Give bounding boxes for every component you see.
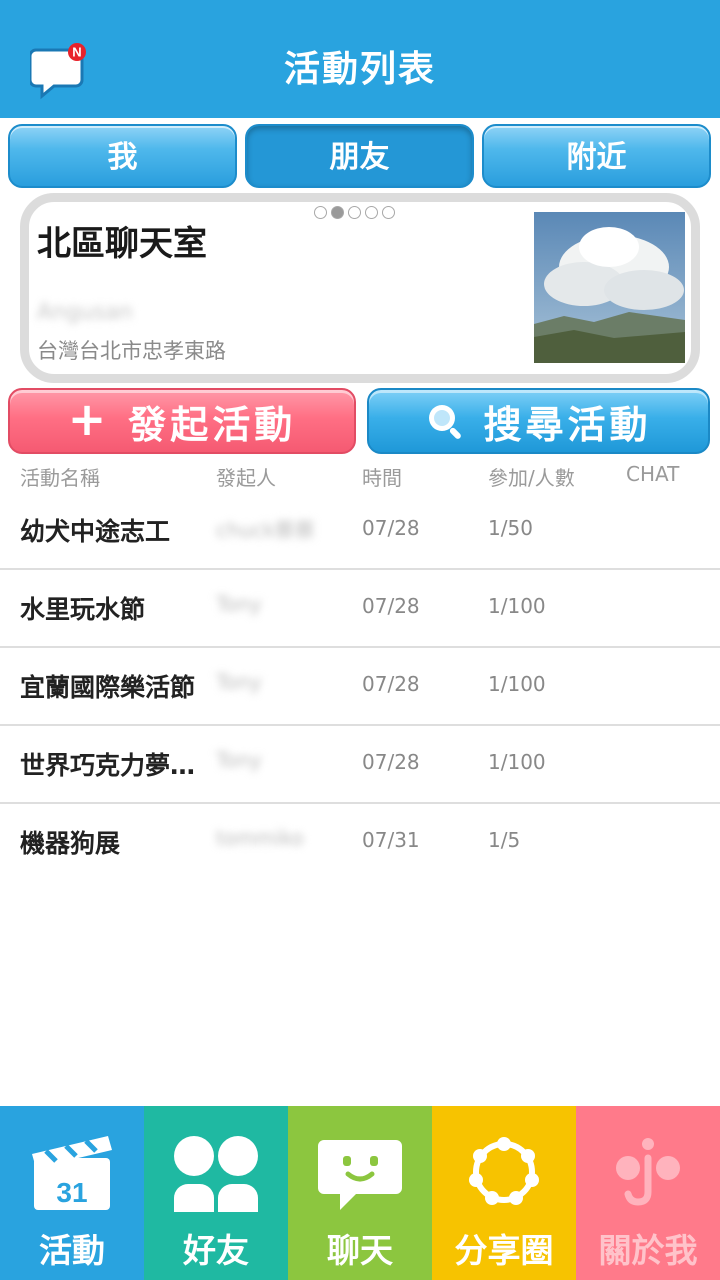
activity-count: 1/100	[488, 672, 546, 696]
activity-owner: tommiko	[216, 826, 304, 850]
nav-activities[interactable]: 31 活動	[0, 1106, 144, 1280]
activity-date: 07/28	[362, 672, 420, 696]
tab-nearby[interactable]: 附近	[482, 124, 711, 188]
nav-activities-label: 活動	[39, 1231, 105, 1270]
friends-icon	[174, 1136, 258, 1212]
featured-address: 台灣台北市忠孝東路	[37, 339, 226, 363]
featured-photo	[534, 212, 685, 363]
featured-activity-card[interactable]: 北區聊天室 Angusan 台灣台北市忠孝東路	[20, 193, 700, 383]
activity-name: 宜蘭國際樂活節	[20, 673, 196, 702]
carousel-dot	[314, 206, 327, 219]
activity-name: 世界巧克力夢…	[20, 751, 196, 780]
share-circle-icon	[469, 1137, 539, 1205]
table-row[interactable]: 世界巧克力夢… Tony 07/28 1/100	[0, 726, 720, 804]
chat-smile-icon	[318, 1140, 402, 1210]
nav-chat[interactable]: 聊天	[288, 1106, 432, 1280]
activity-count: 1/50	[488, 516, 533, 540]
activity-date: 07/28	[362, 594, 420, 618]
activity-owner: Tony	[216, 670, 262, 694]
page-title: 活動列表	[283, 49, 436, 90]
table-row[interactable]: 機器狗展 tommiko 07/31 1/5	[0, 804, 720, 882]
col-count-header: 參加/人數	[488, 466, 575, 490]
plus-icon: +	[67, 392, 111, 446]
carousel-dot	[365, 206, 378, 219]
col-time-header: 時間	[362, 466, 402, 490]
calendar-day-number: 31	[56, 1177, 87, 1208]
activity-date: 07/28	[362, 750, 420, 774]
carousel-dot-active	[331, 206, 344, 219]
about-me-icon	[616, 1138, 680, 1206]
activity-count: 1/5	[488, 828, 521, 852]
search-icon	[429, 405, 462, 439]
table-row[interactable]: 水里玩水節 Tony 07/28 1/100	[0, 570, 720, 648]
nav-chat-label: 聊天	[327, 1231, 393, 1270]
carousel-dot	[382, 206, 395, 219]
create-activity-label: 發起活動	[128, 402, 297, 447]
app-header: N 活動列表	[0, 0, 720, 118]
nav-about-me-label: 關於我	[598, 1231, 698, 1270]
nav-about-me[interactable]: 關於我	[576, 1106, 720, 1280]
bottom-navigation: 31 活動 好友 聊天 分享圈 關於我	[0, 1106, 720, 1280]
carousel-dot	[348, 206, 361, 219]
tab-friends[interactable]: 朋友	[245, 124, 474, 188]
activity-name: 機器狗展	[20, 829, 121, 858]
featured-owner: Angusan	[37, 300, 133, 325]
nav-friends-label: 好友	[183, 1231, 249, 1270]
featured-title: 北區聊天室	[37, 224, 207, 264]
nav-friends[interactable]: 好友	[144, 1106, 288, 1280]
col-chat-header: CHAT	[626, 462, 680, 486]
col-owner-header: 發起人	[216, 466, 276, 490]
search-activity-label: 搜尋活動	[483, 402, 652, 447]
activity-count: 1/100	[488, 594, 546, 618]
search-activity-button[interactable]: 搜尋活動	[367, 388, 710, 454]
activity-owner: Tony	[216, 592, 262, 616]
activity-count: 1/100	[488, 750, 546, 774]
nav-share-circle-label: 分享圈	[454, 1231, 554, 1270]
tab-me[interactable]: 我	[8, 124, 237, 188]
create-activity-button[interactable]: + 發起活動	[8, 388, 356, 454]
table-row[interactable]: 宜蘭國際樂活節 Tony 07/28 1/100	[0, 648, 720, 726]
table-row[interactable]: 幼犬中途志工 chuck蔡蔡 07/28 1/50	[0, 492, 720, 570]
carousel-indicator	[314, 206, 395, 219]
activity-table-header: 活動名稱 發起人 時間 參加/人數 CHAT	[0, 462, 720, 494]
activity-date: 07/31	[362, 828, 420, 852]
activity-name: 水里玩水節	[20, 595, 146, 624]
col-name-header: 活動名稱	[20, 466, 100, 490]
filter-tabs: 我 朋友 附近	[0, 118, 720, 194]
activity-owner: Tony	[216, 748, 262, 772]
nav-share-circle[interactable]: 分享圈	[432, 1106, 576, 1280]
activity-owner: chuck蔡蔡	[216, 518, 315, 542]
activity-date: 07/28	[362, 516, 420, 540]
calendar-clapper-icon: 31	[32, 1136, 112, 1210]
activity-name: 幼犬中途志工	[20, 517, 171, 546]
